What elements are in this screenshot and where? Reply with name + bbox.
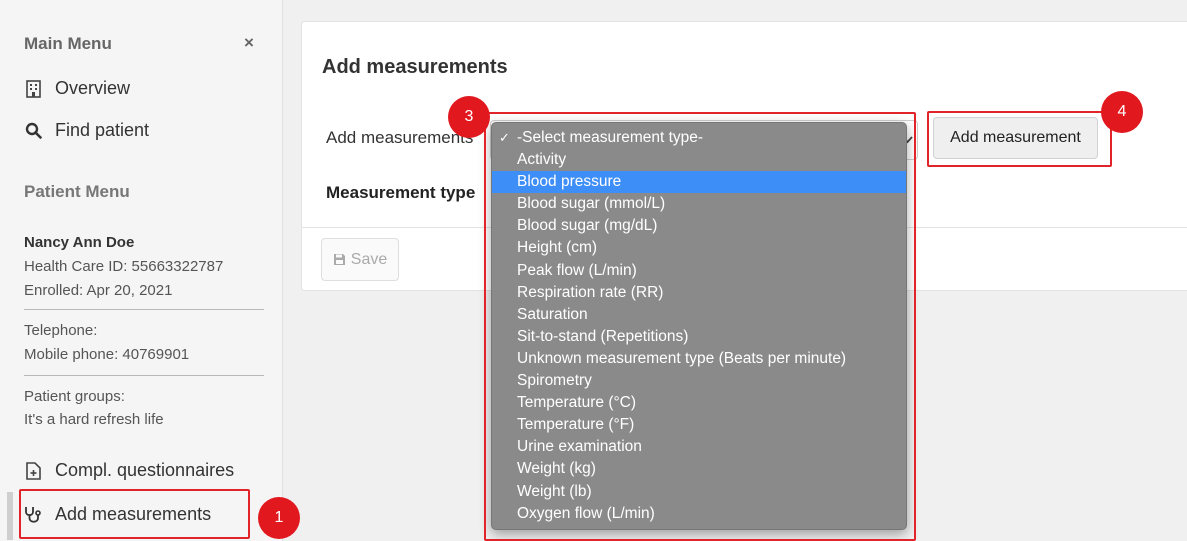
patient-health-care-id: Health Care ID: 55663322787 bbox=[24, 258, 224, 275]
nav-find-patient-label: Find patient bbox=[55, 120, 150, 140]
step-badge-4: 4 bbox=[1101, 91, 1143, 133]
patient-menu-heading: Patient Menu bbox=[24, 182, 130, 201]
measurement-type-label: Measurement type bbox=[326, 183, 476, 202]
highlight-box-add-button bbox=[927, 111, 1112, 167]
highlight-box-add-measurements bbox=[19, 489, 250, 539]
save-button-label: Save bbox=[350, 250, 388, 268]
nav-overview-label: Overview bbox=[55, 78, 131, 98]
step-badge-3: 3 bbox=[448, 96, 490, 138]
save-button[interactable]: Save bbox=[321, 238, 399, 281]
file-plus-icon bbox=[24, 461, 42, 481]
patient-groups-label: Patient groups: bbox=[24, 388, 125, 405]
close-icon[interactable]: × bbox=[244, 33, 254, 53]
page-title: Add measurements bbox=[322, 56, 508, 78]
highlight-box-dropdown bbox=[484, 112, 916, 541]
search-icon bbox=[24, 121, 42, 141]
divider bbox=[24, 309, 264, 310]
nav-overview[interactable]: Overview bbox=[24, 78, 130, 99]
step-badge-1: 1 bbox=[258, 497, 300, 539]
building-icon bbox=[24, 79, 42, 99]
nav-compl-questionnaires-label: Compl. questionnaires bbox=[55, 460, 235, 480]
divider bbox=[24, 375, 264, 376]
patient-telephone: Telephone: bbox=[24, 322, 98, 339]
floppy-disk-icon bbox=[333, 253, 346, 266]
nav-find-patient[interactable]: Find patient bbox=[24, 120, 149, 141]
patient-enrolled: Enrolled: Apr 20, 2021 bbox=[24, 282, 173, 299]
main-menu-heading: Main Menu bbox=[24, 34, 112, 53]
sidebar: Main Menu × Overview Find patient Patien… bbox=[0, 0, 283, 541]
nav-compl-questionnaires[interactable]: Compl. questionnaires bbox=[24, 460, 234, 481]
patient-name: Nancy Ann Doe bbox=[24, 234, 135, 251]
patient-groups-value: It's a hard refresh life bbox=[24, 411, 164, 428]
patient-mobile-phone: Mobile phone: 40769901 bbox=[24, 346, 190, 363]
active-indicator bbox=[7, 492, 13, 540]
